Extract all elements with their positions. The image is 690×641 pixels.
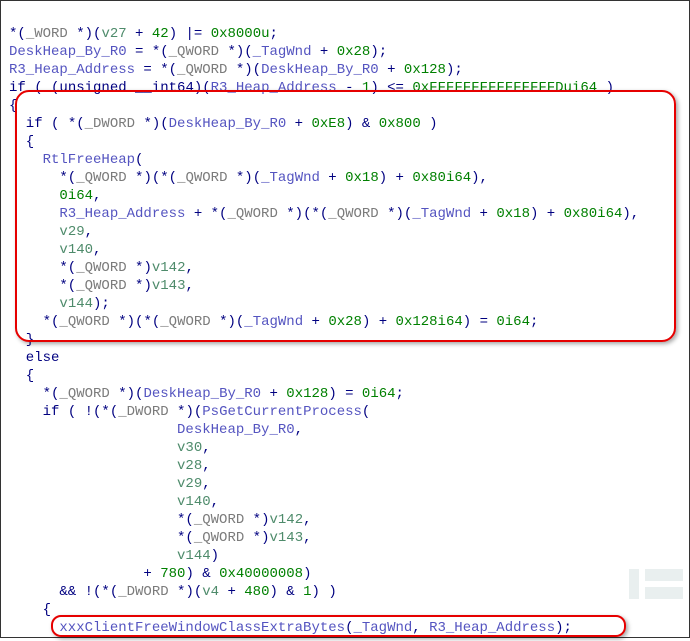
code-line: { [9, 602, 51, 618]
code-view: *(_WORD *)(v27 + 42) |= 0x8000u; DeskHea… [1, 1, 689, 641]
code-line: RtlFreeHeap( [9, 152, 143, 168]
code-line: else [9, 350, 59, 366]
code-line: xxxClientFreeWindowClassExtraBytes(_TagW… [9, 620, 572, 636]
code-line: *(_QWORD *)v142, [9, 260, 194, 276]
code-line: *(_QWORD *)v143, [9, 530, 312, 546]
code-line: v28, [9, 458, 211, 474]
code-line: DeskHeap_By_R0 = *(_QWORD *)(_TagWnd + 0… [9, 44, 387, 60]
code-line: v30, [9, 440, 211, 456]
code-line: R3_Heap_Address + *(_QWORD *)(*(_QWORD *… [9, 206, 639, 222]
code-line: *(_QWORD *)(*(_QWORD *)(_TagWnd + 0x18) … [9, 170, 488, 186]
code-line: v140, [9, 494, 219, 510]
code-line: R3_Heap_Address = *(_QWORD *)(DeskHeap_B… [9, 62, 463, 78]
code-line: *(_QWORD *)v143, [9, 278, 194, 294]
code-line: *(_QWORD *)(*(_QWORD *)(_TagWnd + 0x28) … [9, 314, 538, 330]
code-line: if ( *(_DWORD *)(DeskHeap_By_R0 + 0xE8) … [9, 116, 438, 132]
code-line: *(_QWORD *)(DeskHeap_By_R0 + 0x128) = 0i… [9, 386, 404, 402]
code-line: v144); [9, 296, 110, 312]
code-line: *(_WORD *)(v27 + 42) |= 0x8000u; [9, 26, 278, 42]
code-line: 0i64, [9, 188, 101, 204]
code-line: && !(*(_DWORD *)(v4 + 480) & 1) ) [9, 584, 337, 600]
code-line: + 780) & 0x40000008) [9, 566, 311, 582]
code-line: } [9, 332, 34, 348]
code-line: v29, [9, 224, 93, 240]
code-line: { [9, 368, 34, 384]
code-line: v140, [9, 242, 101, 258]
code-line: if ( !(*(_DWORD *)(PsGetCurrentProcess( [9, 404, 370, 420]
code-line: *(_QWORD *)v142, [9, 512, 312, 528]
code-line: DeskHeap_By_R0, [9, 422, 303, 438]
code-line: { [9, 98, 17, 114]
code-line: v29, [9, 476, 211, 492]
code-line: if ( (unsigned __int64)(R3_Heap_Address … [9, 80, 614, 96]
code-line: v144) [9, 548, 219, 564]
code-line: { [9, 134, 34, 150]
